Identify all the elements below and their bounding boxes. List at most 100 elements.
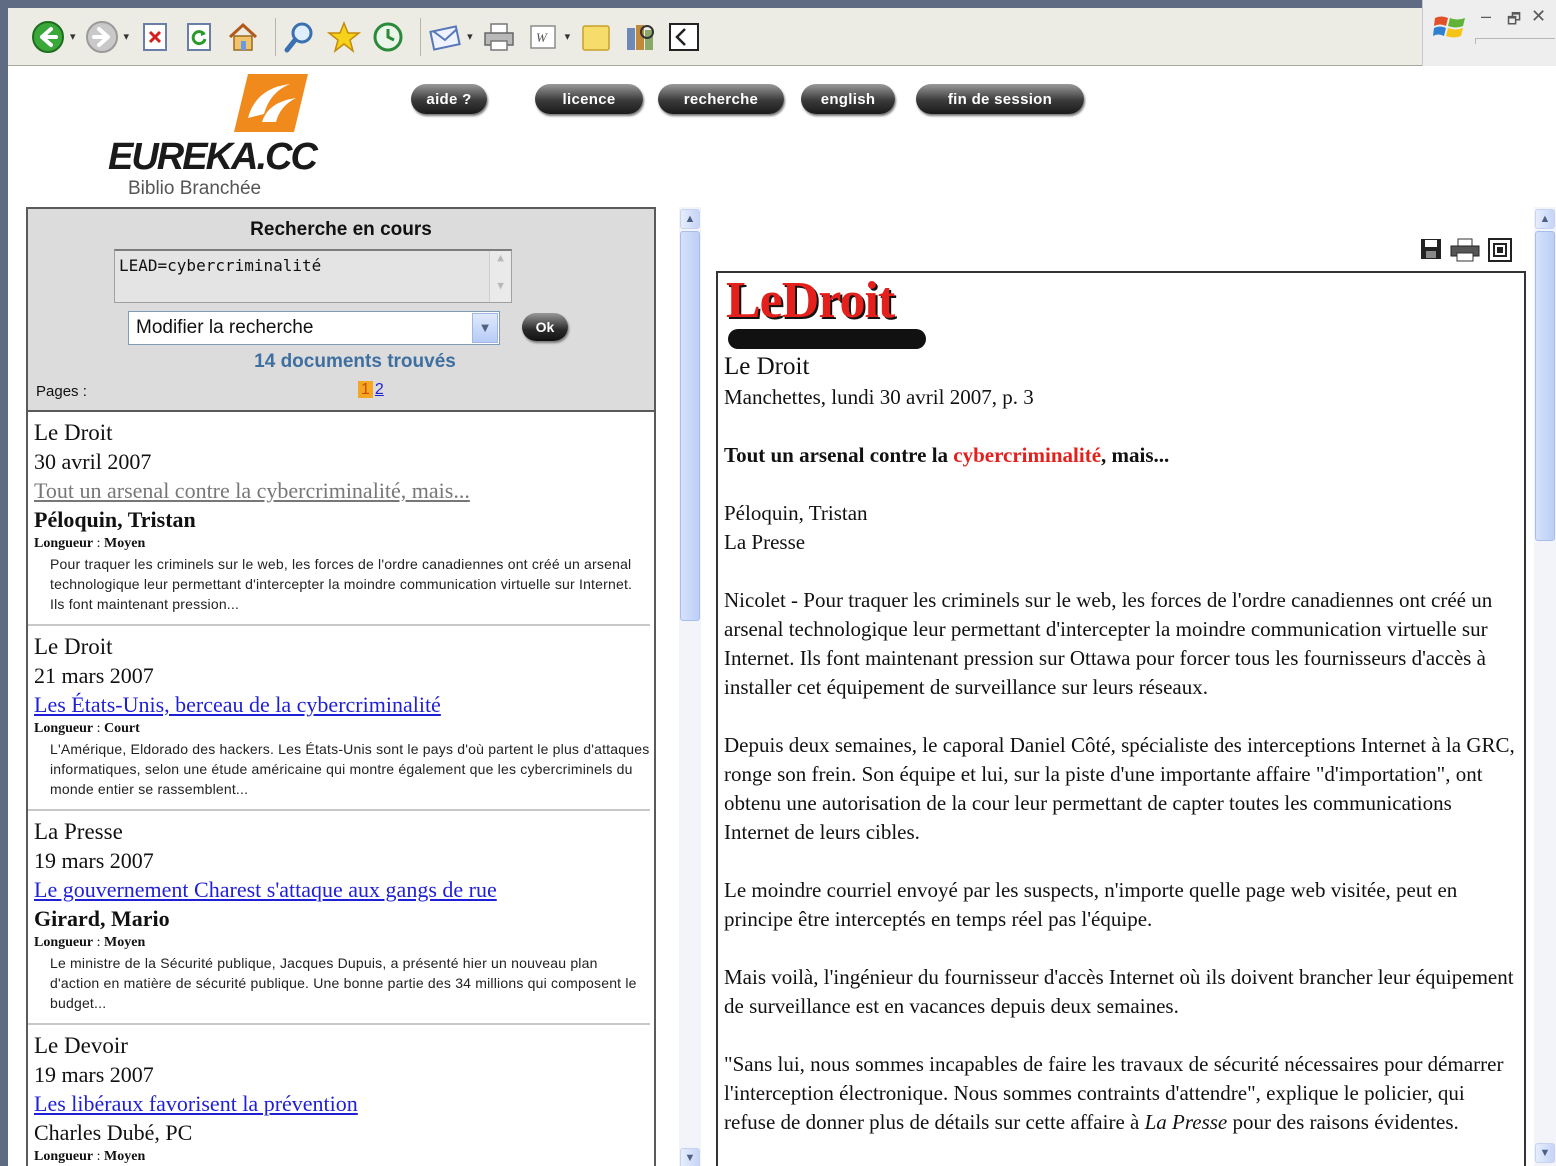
length-value: Moyen (104, 536, 146, 551)
edit-dropdown-icon[interactable]: ▾ (565, 30, 571, 43)
folder-icon[interactable] (578, 19, 614, 55)
article-scrollbar[interactable]: ▲ ▼ (1534, 207, 1556, 1166)
article-paragraph: Le moindre courriel envoyé par les suspe… (724, 878, 1458, 931)
save-icon[interactable] (1420, 238, 1442, 260)
length-label: Longueur (34, 721, 94, 736)
chevron-down-icon[interactable]: ▼ (472, 313, 498, 343)
result-title-link[interactable]: Les États-Unis, berceau de la cybercrimi… (34, 690, 441, 719)
scroll-up-icon[interactable]: ▲ (490, 251, 511, 273)
window-controls-area: – 🗗 ✕ (1422, 0, 1556, 66)
scroll-thumb[interactable] (680, 231, 700, 621)
current-search-title: Recherche en cours (250, 219, 432, 240)
article-outlet: La Presse (724, 530, 806, 554)
result-length: Longueur : Moyen (34, 935, 146, 950)
scroll-thumb[interactable] (1535, 231, 1555, 541)
licence-button[interactable]: licence (535, 84, 643, 114)
headline-part: Tout un arsenal contre la (724, 443, 954, 467)
result-date: 21 mars 2007 (34, 663, 154, 688)
article-tools (1420, 238, 1512, 262)
scroll-down-icon[interactable]: ▼ (1535, 1143, 1555, 1163)
search-nav-button[interactable]: recherche (658, 84, 784, 114)
scroll-up-icon[interactable]: ▲ (1535, 209, 1555, 229)
length-value: Moyen (104, 1149, 146, 1164)
result-summary: L'Amérique, Eldorado des hackers. Les Ét… (50, 741, 650, 797)
back-dropdown-icon[interactable]: ▾ (70, 30, 76, 43)
fullscreen-icon[interactable] (1488, 238, 1512, 262)
minimize-icon[interactable]: – (1481, 6, 1491, 27)
result-date: 19 mars 2007 (34, 848, 154, 873)
help-button[interactable]: aide ? (411, 84, 487, 114)
eureka-brand: EUREKA.CC (108, 136, 318, 178)
article-paragraph: Nicolet - Pour traquer les criminels sur… (724, 588, 1493, 699)
page-link[interactable]: 2 (375, 381, 384, 398)
scroll-down-icon[interactable]: ▼ (680, 1148, 700, 1166)
home-icon[interactable] (225, 19, 261, 55)
ledroit-logo: LeDroit (724, 272, 928, 351)
english-button[interactable]: english (801, 84, 895, 114)
edit-icon[interactable]: W (525, 19, 561, 55)
length-value: Court (104, 721, 140, 736)
results-list: Le Droit 30 avril 2007 Tout un arsenal c… (26, 412, 656, 1166)
search-action-select[interactable]: Modifier la recherche ▼ (128, 311, 500, 345)
close-icon[interactable]: ✕ (1531, 6, 1546, 27)
favorites-icon[interactable] (326, 19, 362, 55)
svg-text:W: W (536, 30, 548, 45)
pages-label: Pages : (36, 383, 87, 400)
result-source: Le Droit (34, 634, 113, 659)
paragraph-part: pour des raisons évidentes. (1227, 1110, 1459, 1134)
mail-dropdown-icon[interactable]: ▾ (467, 30, 473, 43)
print-icon[interactable] (481, 19, 517, 55)
browser-toolbar: ▾ ▾ ▾ W ▾ (8, 8, 1422, 66)
article-headline: Tout un arsenal contre la cybercriminali… (724, 441, 1518, 470)
query-scrollbar[interactable]: ▲ ▼ (489, 251, 511, 302)
length-label: Longueur (34, 1149, 94, 1164)
mail-icon[interactable] (427, 19, 463, 55)
research-icon[interactable] (622, 19, 658, 55)
result-length: Longueur : Moyen (34, 536, 146, 551)
ledroit-logo-bar (728, 329, 926, 349)
result-summary: Le ministre de la Sécurité publique, Jac… (50, 955, 637, 1011)
ok-button[interactable]: Ok (522, 313, 568, 341)
printer-icon[interactable] (1450, 238, 1480, 262)
forward-icon[interactable] (84, 19, 120, 55)
menu-strip (1475, 38, 1555, 44)
logout-button[interactable]: fin de session (916, 84, 1084, 114)
results-scrollbar[interactable]: ▲ ▼ (679, 207, 701, 1166)
back-icon[interactable] (30, 19, 66, 55)
article-author: Péloquin, Tristan (724, 501, 868, 525)
eureka-logo[interactable]: EUREKA.CC Biblio Branchée (108, 70, 318, 206)
search-icon[interactable] (282, 19, 318, 55)
history-icon[interactable] (370, 19, 406, 55)
result-title-link[interactable]: Les libéraux favorisent la prévention (34, 1089, 358, 1118)
source-icon[interactable] (666, 19, 702, 55)
query-textarea[interactable]: LEAD=cybercriminalité ▲ ▼ (114, 249, 512, 303)
refresh-icon[interactable] (181, 19, 217, 55)
eureka-subtitle: Biblio Branchée (128, 178, 262, 199)
result-title-link[interactable]: Tout un arsenal contre la cybercriminali… (34, 476, 470, 505)
result-length: Longueur : Moyen (34, 1149, 146, 1164)
list-item: Le Droit 30 avril 2007 Tout un arsenal c… (28, 412, 650, 626)
result-count: 14 documents trouvés (254, 351, 456, 372)
article-edition: Manchettes, lundi 30 avril 2007, p. 3 (724, 385, 1034, 409)
length-label: Longueur (34, 536, 94, 551)
stop-icon[interactable] (137, 19, 173, 55)
page-current[interactable]: 1 (358, 381, 373, 398)
list-item: Le Devoir 19 mars 2007 Les libéraux favo… (28, 1025, 650, 1166)
headline-part: , mais... (1101, 443, 1170, 467)
forward-dropdown-icon[interactable]: ▾ (124, 30, 130, 43)
scroll-down-icon[interactable]: ▼ (490, 279, 511, 301)
window-top-strip (0, 0, 1556, 8)
result-title-link[interactable]: Le gouvernement Charest s'attaque aux ga… (34, 875, 497, 904)
article-paragraph: "Sans lui, nous sommes incapables de fai… (724, 1050, 1518, 1137)
restore-icon[interactable]: 🗗 (1507, 9, 1521, 34)
length-value: Moyen (104, 935, 146, 950)
scroll-up-icon[interactable]: ▲ (680, 209, 700, 229)
article-paragraph: Depuis deux semaines, le caporal Daniel … (724, 733, 1515, 844)
result-author: Charles Dubé, PC (34, 1120, 193, 1145)
result-author: Girard, Mario (34, 906, 170, 931)
pagination: 12 (358, 381, 384, 399)
result-source: La Presse (34, 819, 123, 844)
result-source: Le Droit (34, 420, 113, 445)
toolbar-separator (420, 17, 422, 56)
article-source: Le Droit (724, 353, 810, 380)
